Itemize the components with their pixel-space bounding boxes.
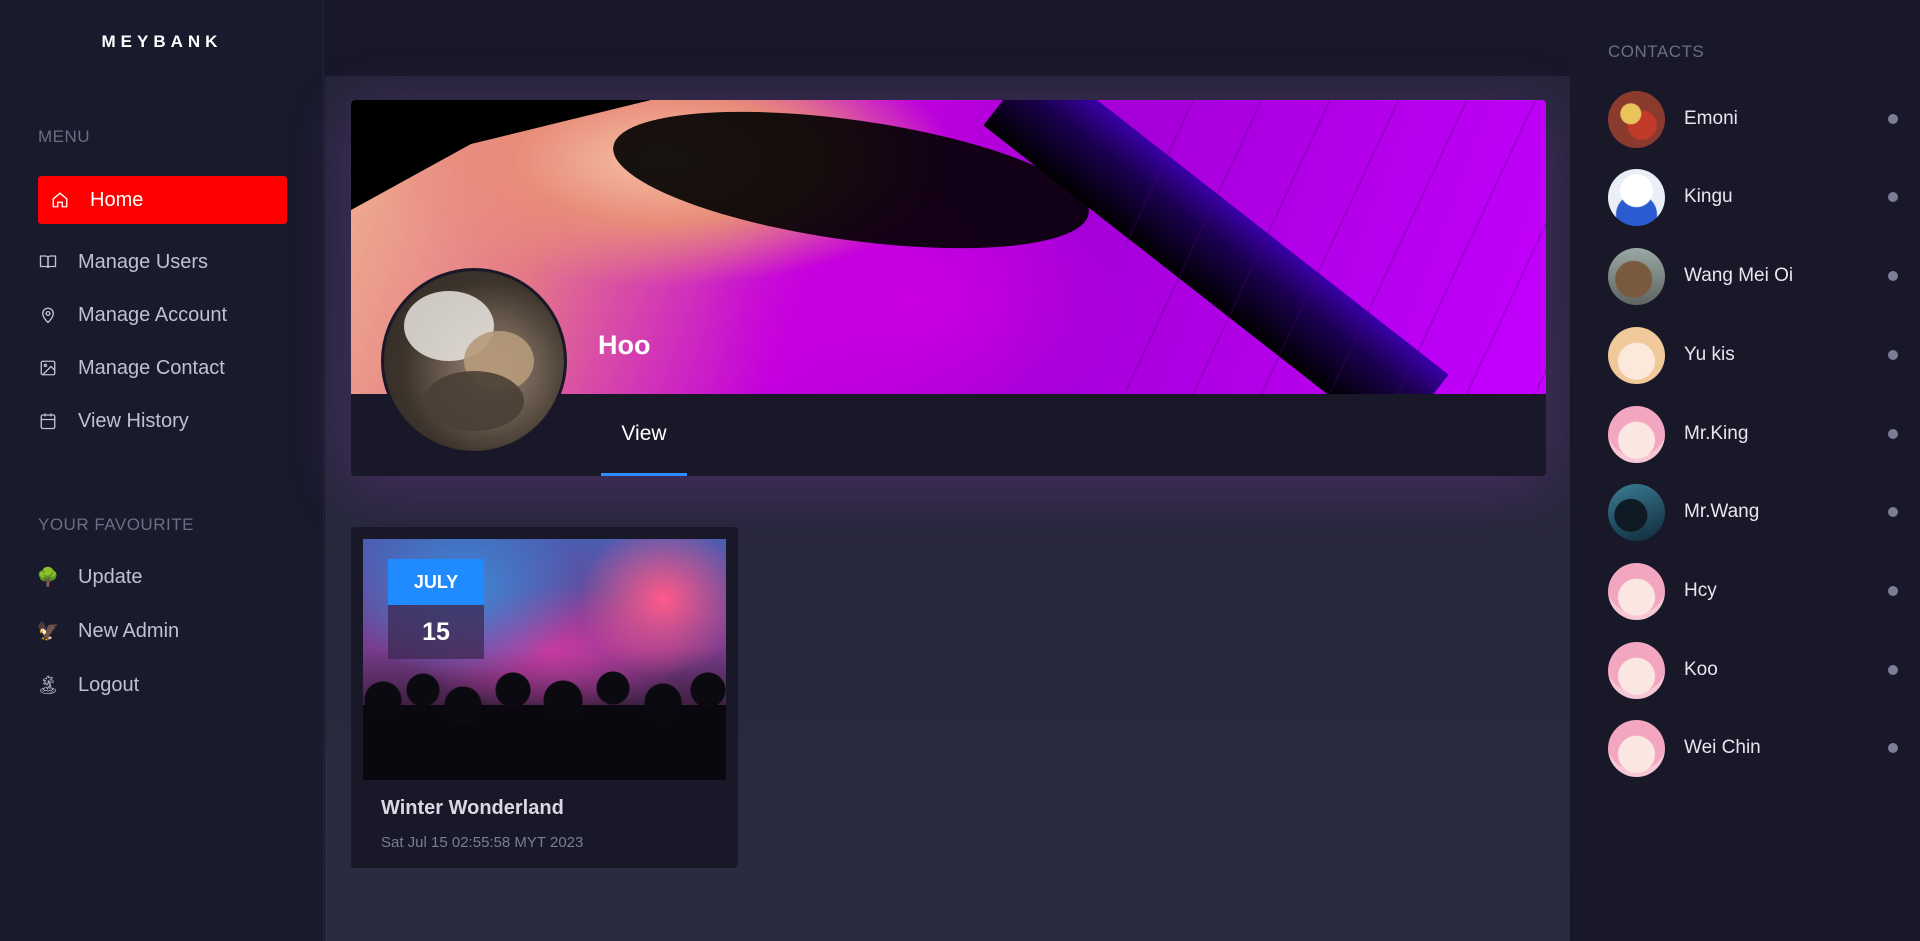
contact-name: Hcy xyxy=(1684,580,1717,601)
avatar xyxy=(1608,405,1665,463)
event-date-month: JULY xyxy=(388,559,484,605)
contact-name: Yu kis xyxy=(1684,344,1735,365)
status-dot xyxy=(1888,586,1898,596)
event-image-crowd xyxy=(363,660,726,780)
favourite-section-title: YOUR FAVOURITE xyxy=(38,515,194,534)
cover-shape xyxy=(1126,100,1546,394)
avatar xyxy=(1608,326,1665,384)
profile-card: Hoo View xyxy=(351,100,1546,476)
contact-name: Wang Mei Oi xyxy=(1684,265,1794,286)
palm-tree-icon: 🏝 xyxy=(36,675,60,695)
contact-item[interactable]: Wang Mei Oi xyxy=(1608,247,1898,305)
contact-item[interactable]: Yu kis xyxy=(1608,326,1898,384)
avatar xyxy=(1608,90,1665,148)
sidebar-item-label: Manage Contact xyxy=(78,356,225,379)
contact-name: Koo xyxy=(1684,659,1718,680)
sidebar-item-new-admin[interactable]: 🦅 New Admin xyxy=(36,607,287,655)
status-dot xyxy=(1888,665,1898,675)
sidebar-item-update[interactable]: 🌳 Update xyxy=(36,553,287,601)
contacts-title: CONTACTS xyxy=(1608,42,1705,61)
sidebar-item-label: View History xyxy=(78,409,189,432)
home-icon xyxy=(50,190,70,210)
main-content: Hoo View JULY 15 Winter Wonderland Sat J… xyxy=(325,76,1570,941)
avatar xyxy=(1608,168,1665,226)
status-dot xyxy=(1888,192,1898,202)
avatar-detail xyxy=(424,371,524,431)
brand-logo[interactable]: MEYBANK xyxy=(0,32,324,52)
sidebar-item-manage-contact[interactable]: Manage Contact xyxy=(38,344,287,392)
avatar xyxy=(1608,641,1665,699)
contact-name: Emoni xyxy=(1684,108,1738,129)
status-dot xyxy=(1888,114,1898,124)
sidebar-item-label: Manage Account xyxy=(78,303,227,326)
contact-item[interactable]: Koo xyxy=(1608,641,1898,699)
sidebar-item-label: Home xyxy=(90,188,144,211)
sidebar-item-manage-users[interactable]: Manage Users xyxy=(38,238,287,286)
avatar xyxy=(1608,562,1665,620)
sidebar-item-view-history[interactable]: View History xyxy=(38,397,287,445)
sidebar-item-label: Update xyxy=(78,565,143,588)
tab-view[interactable]: View xyxy=(601,394,687,476)
contact-name: Mr.Wang xyxy=(1684,501,1760,522)
status-dot xyxy=(1888,507,1898,517)
event-image: JULY 15 xyxy=(363,539,726,780)
book-icon xyxy=(38,252,58,272)
contact-name: Mr.King xyxy=(1684,423,1749,444)
contacts-panel: CONTACTS Emoni Kingu Wang Mei Oi Yu kis … xyxy=(1570,0,1920,941)
avatar xyxy=(1608,719,1665,777)
eagle-icon: 🦅 xyxy=(36,621,60,641)
avatar xyxy=(1608,483,1665,541)
profile-avatar[interactable] xyxy=(381,268,567,454)
profile-name: Hoo xyxy=(598,330,651,360)
sidebar-item-label: Manage Users xyxy=(78,250,209,273)
sidebar-item-logout[interactable]: 🏝 Logout xyxy=(36,661,287,709)
image-icon xyxy=(38,358,58,378)
map-pin-icon xyxy=(38,305,58,325)
sidebar-item-label: New Admin xyxy=(78,619,180,642)
contact-item[interactable]: Wei Chin xyxy=(1608,719,1898,777)
contact-item[interactable]: Kingu xyxy=(1608,168,1898,226)
event-date-day: 15 xyxy=(388,605,484,659)
event-card[interactable]: JULY 15 Winter Wonderland Sat Jul 15 02:… xyxy=(351,527,738,868)
sidebar-item-home[interactable]: Home xyxy=(38,176,287,224)
contact-name: Wei Chin xyxy=(1684,737,1761,758)
contact-item[interactable]: Emoni xyxy=(1608,90,1898,148)
event-datetime: Sat Jul 15 02:55:58 MYT 2023 xyxy=(381,834,584,851)
status-dot xyxy=(1888,429,1898,439)
calendar-icon xyxy=(38,411,58,431)
contact-name: Kingu xyxy=(1684,186,1733,207)
status-dot xyxy=(1888,743,1898,753)
avatar xyxy=(1608,247,1665,305)
tree-icon: 🌳 xyxy=(36,567,60,587)
contact-item[interactable]: Hcy xyxy=(1608,562,1898,620)
sidebar-item-label: Logout xyxy=(78,673,140,696)
sidebar: MEYBANK MENU Home Manage Users Manage Ac… xyxy=(0,0,324,941)
sidebar-item-manage-account[interactable]: Manage Account xyxy=(38,291,287,339)
menu-section-title: MENU xyxy=(38,127,91,146)
cover-shape xyxy=(351,100,651,210)
event-title: Winter Wonderland xyxy=(381,797,564,819)
status-dot xyxy=(1888,271,1898,281)
contact-item[interactable]: Mr.Wang xyxy=(1608,483,1898,541)
contact-item[interactable]: Mr.King xyxy=(1608,405,1898,463)
status-dot xyxy=(1888,350,1898,360)
